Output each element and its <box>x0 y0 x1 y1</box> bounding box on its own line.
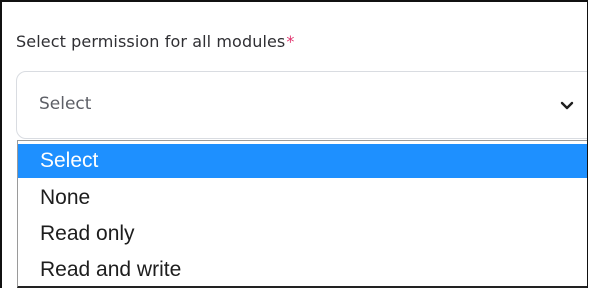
dropdown-option-select[interactable]: Select <box>18 144 587 178</box>
permission-field-label: Select permission for all modules* <box>16 32 294 51</box>
permission-dropdown-list: Select None Read only Read and write <box>17 140 587 288</box>
required-asterisk: * <box>286 32 295 51</box>
dropdown-option-none[interactable]: None <box>18 181 587 215</box>
chevron-down-icon <box>560 101 574 110</box>
permission-select-value: Select <box>39 94 92 114</box>
dropdown-option-read-only[interactable]: Read only <box>18 217 587 251</box>
permission-form-panel: Select permission for all modules* Selec… <box>0 0 588 288</box>
permission-label-text: Select permission for all modules <box>16 32 286 51</box>
permission-select[interactable]: Select <box>16 71 587 139</box>
dropdown-option-read-and-write[interactable]: Read and write <box>18 253 587 287</box>
